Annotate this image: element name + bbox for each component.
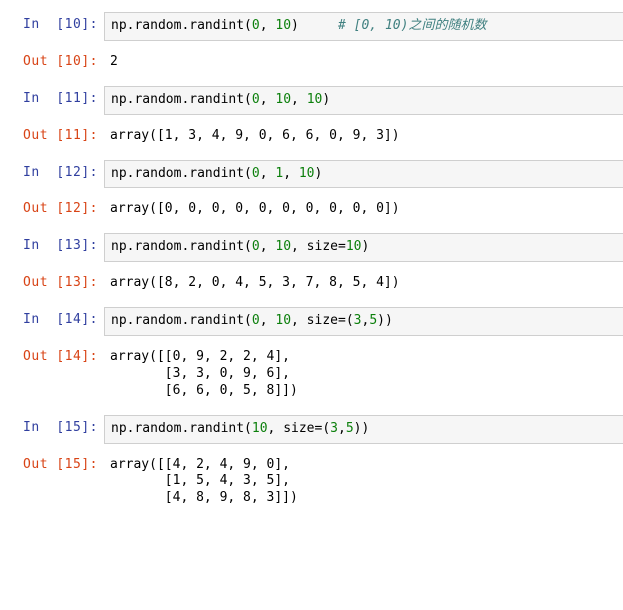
code-token: 10	[275, 313, 291, 328]
code-token: 0	[252, 166, 260, 181]
code-token: ))	[377, 313, 393, 328]
code-input[interactable]: np.random.randint(10, size=(3,5))	[104, 415, 623, 444]
code-token: 5	[369, 313, 377, 328]
code-token: 10	[275, 18, 291, 33]
input-cell: In [15]:np.random.randint(10, size=(3,5)…	[0, 415, 623, 444]
code-token: ,	[260, 18, 276, 33]
output-cell: Out [11]:array([1, 3, 4, 9, 0, 6, 6, 0, …	[0, 123, 623, 150]
code-token: ,	[291, 92, 307, 107]
output-text: array([[0, 9, 2, 2, 4], [3, 3, 0, 9, 6],…	[104, 344, 623, 405]
input-cell: In [14]:np.random.randint(0, 10, size=(3…	[0, 307, 623, 336]
code-token: )	[291, 18, 338, 33]
code-token: ,	[260, 166, 276, 181]
code-token: 5	[346, 421, 354, 436]
code-input[interactable]: np.random.randint(0, 10) # [0, 10)之间的随机数	[104, 12, 623, 41]
code-input[interactable]: np.random.randint(0, 10, size=10)	[104, 233, 623, 262]
code-token: , size=(	[268, 421, 331, 436]
code-token: ,	[260, 239, 276, 254]
in-prompt: In [13]:	[0, 233, 104, 255]
code-token: )	[361, 239, 369, 254]
code-token: np.random.randint(	[111, 92, 252, 107]
in-prompt: In [14]:	[0, 307, 104, 329]
in-prompt: In [15]:	[0, 415, 104, 437]
code-token: , size=(	[291, 313, 354, 328]
code-token: np.random.randint(	[111, 166, 252, 181]
out-prompt: Out [15]:	[0, 452, 104, 474]
output-cell: Out [15]:array([[4, 2, 4, 9, 0], [1, 5, …	[0, 452, 623, 513]
code-token: np.random.randint(	[111, 18, 252, 33]
code-token: 0	[252, 313, 260, 328]
code-token: ))	[354, 421, 370, 436]
out-prompt: Out [11]:	[0, 123, 104, 145]
out-prompt: Out [13]:	[0, 270, 104, 292]
code-token: , size=	[291, 239, 346, 254]
output-text: array([0, 0, 0, 0, 0, 0, 0, 0, 0, 0])	[104, 196, 623, 223]
output-text: array([8, 2, 0, 4, 5, 3, 7, 8, 5, 4])	[104, 270, 623, 297]
code-input[interactable]: np.random.randint(0, 10, size=(3,5))	[104, 307, 623, 336]
code-token: ,	[283, 166, 299, 181]
code-token: np.random.randint(	[111, 313, 252, 328]
output-cell: Out [13]:array([8, 2, 0, 4, 5, 3, 7, 8, …	[0, 270, 623, 297]
out-prompt: Out [12]:	[0, 196, 104, 218]
in-prompt: In [12]:	[0, 160, 104, 182]
code-token: np.random.randint(	[111, 421, 252, 436]
code-token: # [0, 10)之间的随机数	[338, 18, 486, 33]
output-cell: Out [14]:array([[0, 9, 2, 2, 4], [3, 3, …	[0, 344, 623, 405]
code-input[interactable]: np.random.randint(0, 10, 10)	[104, 86, 623, 115]
in-prompt: In [11]:	[0, 86, 104, 108]
in-prompt: In [10]:	[0, 12, 104, 34]
code-token: ,	[338, 421, 346, 436]
code-token: )	[315, 166, 323, 181]
code-token: 10	[307, 92, 323, 107]
code-input[interactable]: np.random.randint(0, 1, 10)	[104, 160, 623, 189]
output-text: 2	[104, 49, 623, 76]
code-token: 10	[252, 421, 268, 436]
input-cell: In [10]:np.random.randint(0, 10) # [0, 1…	[0, 12, 623, 41]
output-text: array([1, 3, 4, 9, 0, 6, 6, 0, 9, 3])	[104, 123, 623, 150]
code-token: 10	[275, 92, 291, 107]
code-token: )	[322, 92, 330, 107]
code-token: 10	[299, 166, 315, 181]
code-token: 0	[252, 239, 260, 254]
input-cell: In [13]:np.random.randint(0, 10, size=10…	[0, 233, 623, 262]
out-prompt: Out [10]:	[0, 49, 104, 71]
input-cell: In [12]:np.random.randint(0, 1, 10)	[0, 160, 623, 189]
code-token: ,	[260, 313, 276, 328]
code-token: 10	[346, 239, 362, 254]
code-token: 0	[252, 92, 260, 107]
output-cell: Out [12]:array([0, 0, 0, 0, 0, 0, 0, 0, …	[0, 196, 623, 223]
code-token: 10	[275, 239, 291, 254]
code-token: 3	[330, 421, 338, 436]
code-token: ,	[260, 92, 276, 107]
input-cell: In [11]:np.random.randint(0, 10, 10)	[0, 86, 623, 115]
out-prompt: Out [14]:	[0, 344, 104, 366]
code-token: 0	[252, 18, 260, 33]
output-text: array([[4, 2, 4, 9, 0], [1, 5, 4, 3, 5],…	[104, 452, 623, 513]
code-token: np.random.randint(	[111, 239, 252, 254]
output-cell: Out [10]:2	[0, 49, 623, 76]
